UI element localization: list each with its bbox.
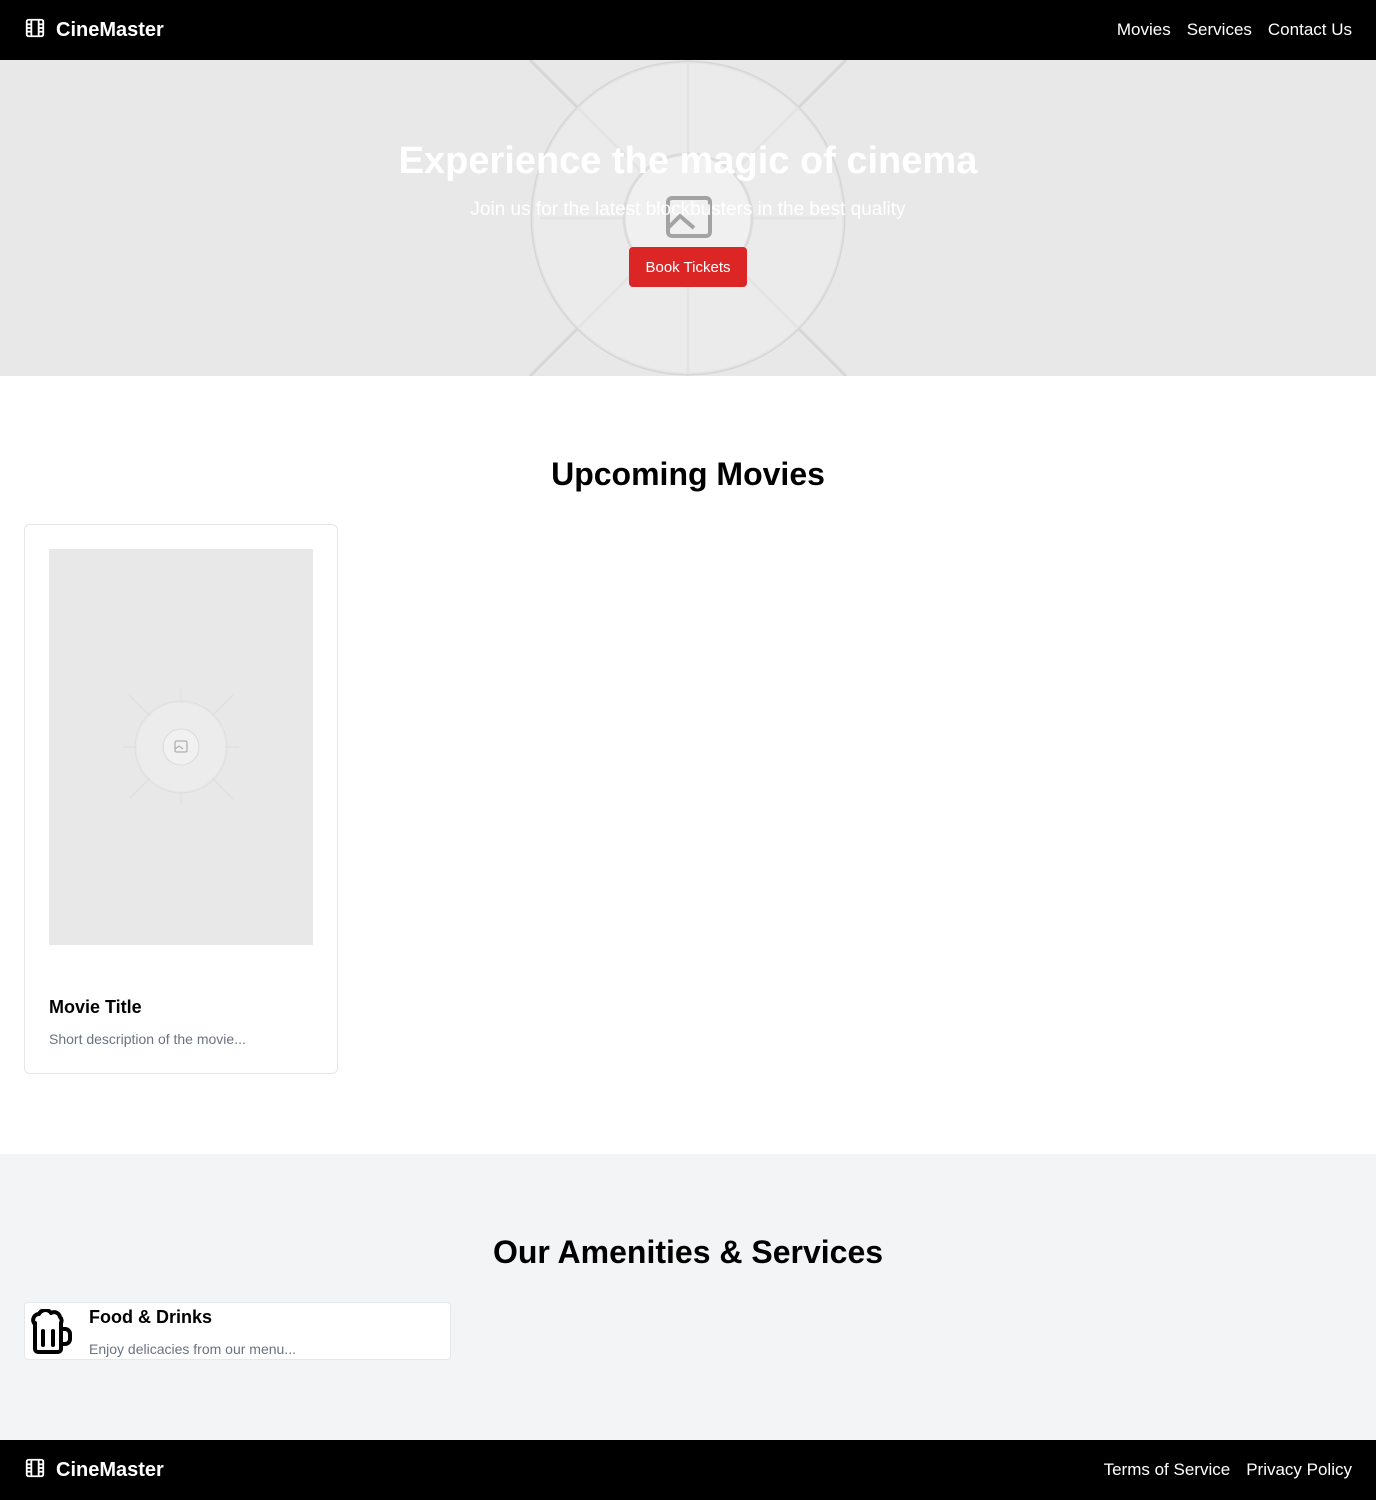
main-nav: Movies Services Contact Us [1117, 20, 1352, 40]
terms-of-service-link[interactable]: Terms of Service [1104, 1460, 1231, 1480]
amenity-card[interactable]: Food & Drinks Enjoy delicacies from our … [24, 1302, 451, 1360]
image-placeholder-icon [123, 689, 239, 805]
book-tickets-button[interactable]: Book Tickets [629, 247, 747, 287]
amenity-description: Enjoy delicacies from our menu... [89, 1341, 296, 1357]
nav-movies[interactable]: Movies [1117, 20, 1171, 40]
movie-description: Short description of the movie... [49, 1031, 246, 1047]
movie-card[interactable]: Movie Title Short description of the mov… [24, 524, 338, 1074]
footer-links: Terms of Service Privacy Policy [1104, 1460, 1352, 1480]
upcoming-movies-section: Upcoming Movies Movie Title Short descri… [0, 376, 1376, 1154]
nav-contact-us[interactable]: Contact Us [1268, 20, 1352, 40]
movie-poster [49, 549, 313, 945]
amenity-title: Food & Drinks [89, 1307, 213, 1327]
movie-title: Movie Title [49, 997, 142, 1017]
section-title: Our Amenities & Services [492, 1234, 884, 1270]
hero-title: Experience the magic of cinema [398, 140, 978, 182]
nav-services[interactable]: Services [1187, 20, 1252, 40]
footer: CineMaster Terms of Service Privacy Poli… [0, 1440, 1376, 1500]
brand[interactable]: CineMaster [24, 17, 164, 44]
hero-subtitle: Join us for the latest blockbusters in t… [470, 199, 906, 220]
amenities-section: Our Amenities & Services Food & Drinks E… [0, 1154, 1376, 1440]
beer-mug-icon [29, 1308, 73, 1360]
film-icon [24, 17, 46, 44]
brand-name: CineMaster [56, 1458, 164, 1481]
brand-name: CineMaster [56, 18, 164, 41]
hero-banner: Experience the magic of cinema Join us f… [0, 60, 1376, 376]
film-icon [24, 1457, 46, 1484]
section-title: Upcoming Movies [551, 456, 825, 492]
top-navbar: CineMaster Movies Services Contact Us [0, 0, 1376, 60]
privacy-policy-link[interactable]: Privacy Policy [1246, 1460, 1352, 1480]
footer-brand[interactable]: CineMaster [24, 1457, 164, 1484]
